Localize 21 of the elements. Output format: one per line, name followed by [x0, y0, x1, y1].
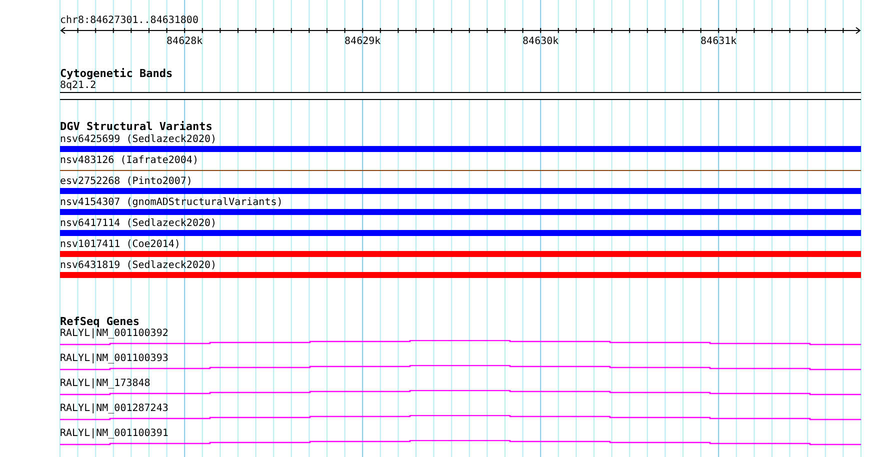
track-title: Cytogenetic Bands	[60, 67, 174, 80]
gene-label: RALYL|NM_173848	[60, 378, 152, 390]
variant-label: nsv6425699 (Sedlazeck2020)	[60, 133, 218, 146]
variant-label: nsv1017411 (Coe2014)	[60, 238, 182, 251]
gene-label: RALYL|NM_001100392	[60, 328, 170, 340]
track-title: RefSeq Genes	[60, 315, 140, 328]
ruler-tick-label: 84631k	[700, 35, 737, 48]
variant-label: nsv483126 (Iafrate2004)	[60, 154, 200, 167]
gene-label: RALYL|NM_001100391	[60, 428, 170, 440]
variant-label: esv2752268 (Pinto2007)	[60, 175, 194, 188]
variant-label: nsv6431819 (Sedlazeck2020)	[60, 259, 218, 272]
gene-label: RALYL|NM_001100393	[60, 353, 170, 365]
variant-label: nsv4154307 (gnomADStructuralVariants)	[60, 196, 284, 209]
gene-label: RALYL|NM_001287243	[60, 403, 170, 415]
ruler-tick-label: 84629k	[344, 35, 381, 48]
variant-label: nsv6417114 (Sedlazeck2020)	[60, 217, 218, 230]
ruler-tick-label: 84628k	[166, 35, 203, 48]
range-label: chr8:84627301..84631800	[60, 14, 198, 27]
track-title: DGV Structural Variants	[60, 120, 214, 133]
band-label: 8q21.2	[60, 80, 98, 92]
ruler-tick-label: 84630k	[522, 35, 559, 48]
